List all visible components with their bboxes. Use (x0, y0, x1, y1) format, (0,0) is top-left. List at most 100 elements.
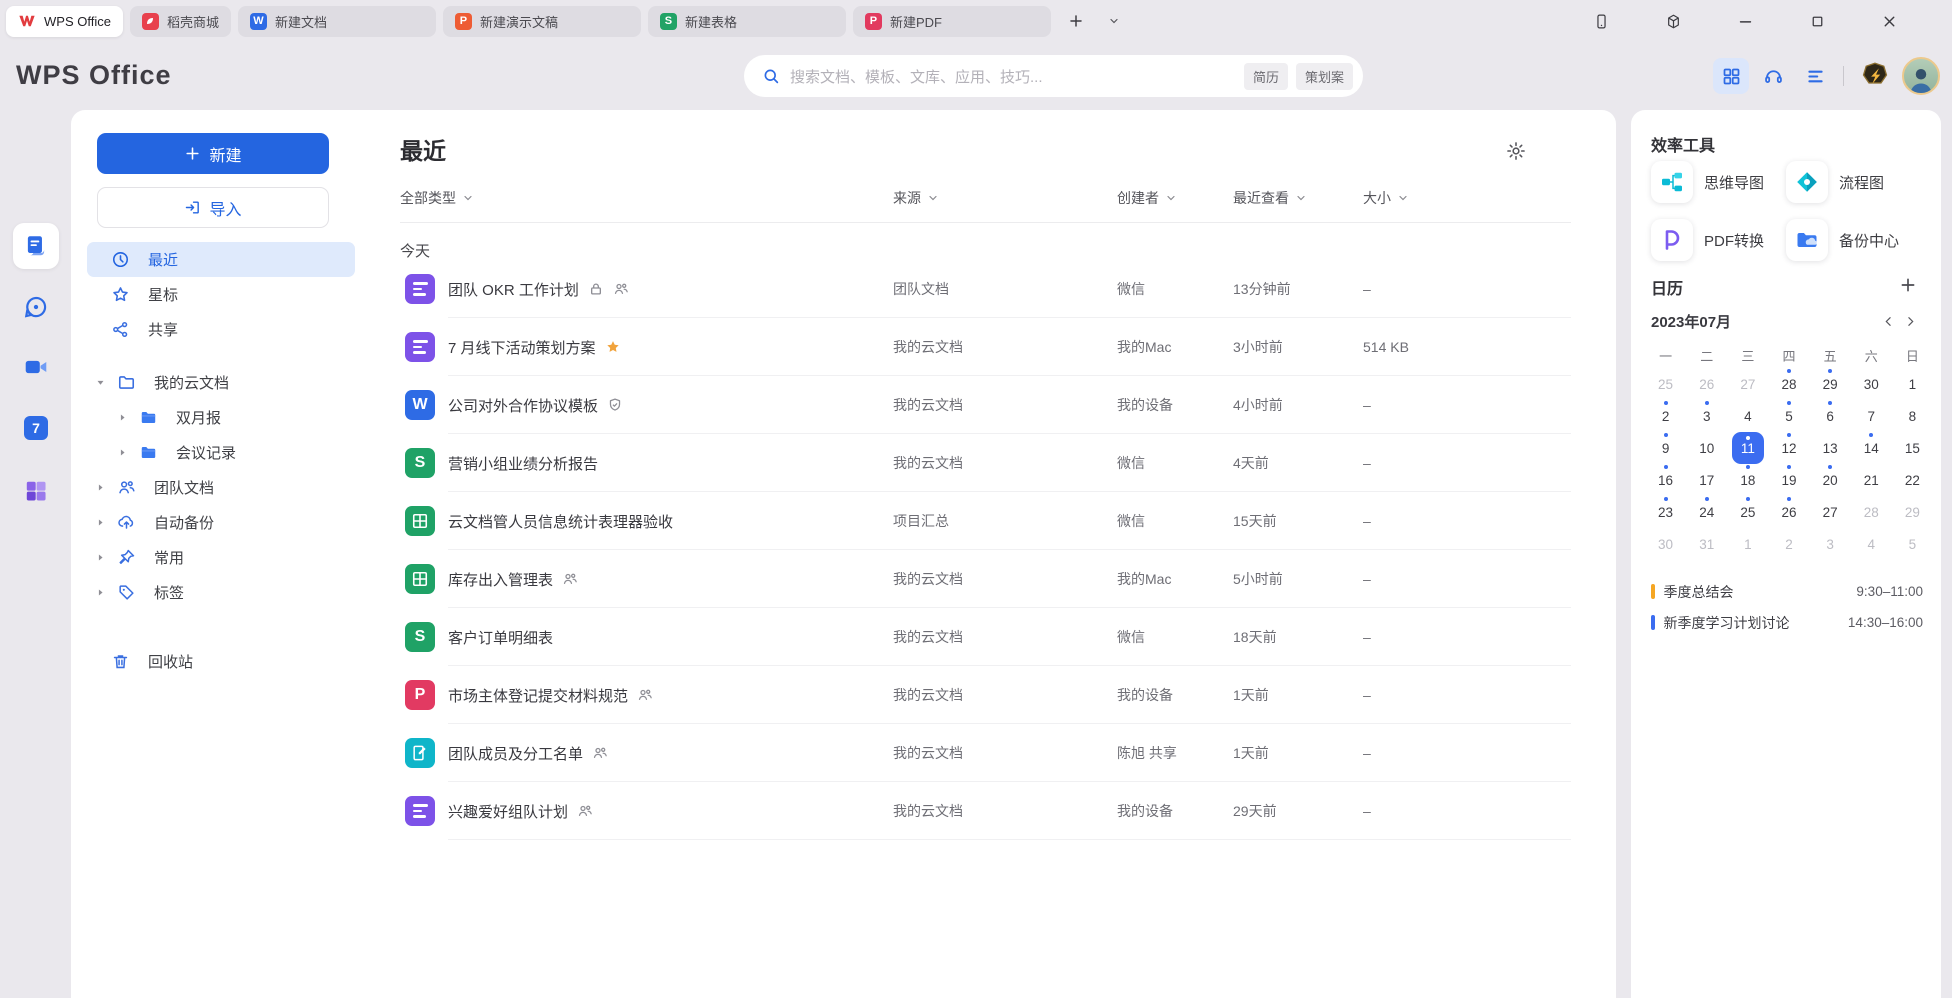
tool-备份中心[interactable]: 备份中心 (1786, 216, 1921, 264)
calendar-day[interactable]: 30 (1645, 528, 1686, 560)
file-row[interactable]: W公司对外合作协议模板我的云文档我的设备4小时前– (400, 376, 1571, 434)
calendar-day[interactable]: 4 (1727, 400, 1768, 432)
file-row[interactable]: S客户订单明细表我的云文档微信18天前– (400, 608, 1571, 666)
calendar-day[interactable]: 15 (1892, 432, 1933, 464)
mobile-button[interactable] (1591, 11, 1611, 31)
calendar-day[interactable]: 26 (1686, 368, 1727, 400)
file-row[interactable]: 云文档管人员信息统计表理器验收项目汇总微信15天前– (400, 492, 1571, 550)
filter-来源[interactable]: 来源 (893, 188, 939, 208)
file-row[interactable]: 7 月线下活动策划方案我的云文档我的Mac3小时前514 KB (400, 318, 1571, 376)
calendar-day[interactable]: 23 (1645, 496, 1686, 528)
calendar-day[interactable]: 14 (1851, 432, 1892, 464)
support-headset-button[interactable] (1755, 58, 1791, 94)
close-button[interactable] (1879, 11, 1899, 31)
calendar-prev-button[interactable] (1877, 310, 1899, 332)
calendar-day[interactable]: 6 (1810, 400, 1851, 432)
sidebar-item-回收站[interactable]: 回收站 (87, 644, 355, 679)
new-document-button[interactable]: 新建 (97, 133, 329, 174)
calendar-day[interactable]: 13 (1810, 432, 1851, 464)
caret-right-icon[interactable] (117, 412, 128, 423)
rail-item-docs-home[interactable] (13, 223, 59, 269)
window-tab[interactable]: S新建表格 (648, 6, 846, 37)
window-tab[interactable]: W新建文档 (238, 6, 436, 37)
rail-item-chat[interactable] (13, 284, 59, 330)
calendar-day[interactable]: 17 (1686, 464, 1727, 496)
filter-大小[interactable]: 大小 (1363, 188, 1409, 208)
calendar-day[interactable]: 3 (1686, 400, 1727, 432)
file-row[interactable]: 库存出入管理表我的云文档我的Mac5小时前– (400, 550, 1571, 608)
tool-流程图[interactable]: 流程图 (1786, 158, 1921, 206)
tool-思维导图[interactable]: 思维导图 (1651, 158, 1786, 206)
calendar-day[interactable]: 25 (1645, 368, 1686, 400)
calendar-day[interactable]: 5 (1892, 528, 1933, 560)
tab-list-dropdown[interactable] (1101, 8, 1127, 34)
window-tab[interactable]: 稻壳商城 (130, 6, 231, 37)
calendar-day[interactable]: 4 (1851, 528, 1892, 560)
caret-right-icon[interactable] (117, 447, 128, 458)
calendar-day[interactable]: 16 (1645, 464, 1686, 496)
filter-全部类型[interactable]: 全部类型 (400, 188, 474, 208)
file-row[interactable]: 团队成员及分工名单我的云文档陈旭 共享1天前– (400, 724, 1571, 782)
workspace-button[interactable] (1663, 11, 1683, 31)
search-hot-tag[interactable]: 简历 (1244, 63, 1288, 90)
sidebar-item-星标[interactable]: 星标 (87, 277, 355, 312)
minimize-button[interactable] (1735, 11, 1755, 31)
calendar-day[interactable]: 5 (1768, 400, 1809, 432)
calendar-day[interactable]: 8 (1892, 400, 1933, 432)
calendar-day[interactable]: 30 (1851, 368, 1892, 400)
search-bar[interactable]: 搜索文档、模板、文库、应用、技巧... 简历策划案 (744, 55, 1363, 97)
filter-创建者[interactable]: 创建者 (1117, 188, 1177, 208)
import-button[interactable]: 导入 (97, 187, 329, 228)
calendar-event[interactable]: 季度总结会9:30–11:00 (1651, 576, 1923, 607)
sidebar-item-最近[interactable]: 最近 (87, 242, 355, 277)
calendar-next-button[interactable] (1899, 310, 1921, 332)
file-row[interactable]: S营销小组业绩分析报告我的云文档微信4天前– (400, 434, 1571, 492)
calendar-day[interactable]: 29 (1892, 496, 1933, 528)
sidebar-tree-我的云文档[interactable]: 我的云文档 (87, 365, 355, 400)
calendar-day[interactable]: 19 (1768, 464, 1809, 496)
caret-down-icon[interactable] (95, 377, 106, 388)
file-row[interactable]: 兴趣爱好组队计划我的云文档我的设备29天前– (400, 782, 1571, 840)
calendar-day[interactable]: 12 (1768, 432, 1809, 464)
sidebar-tree-自动备份[interactable]: 自动备份 (87, 505, 355, 540)
rail-item-apps[interactable] (13, 468, 59, 514)
caret-right-icon[interactable] (95, 587, 106, 598)
sidebar-tree-标签[interactable]: 标签 (87, 575, 355, 610)
apps-grid-button[interactable] (1713, 58, 1749, 94)
new-tab-button[interactable] (1063, 8, 1089, 34)
calendar-day[interactable]: 20 (1810, 464, 1851, 496)
calendar-event[interactable]: 新季度学习计划讨论14:30–16:00 (1651, 607, 1923, 638)
window-tab[interactable]: WPS Office (6, 6, 123, 37)
calendar-day[interactable]: 10 (1686, 432, 1727, 464)
calendar-day[interactable]: 25 (1727, 496, 1768, 528)
calendar-day[interactable]: 28 (1768, 368, 1809, 400)
add-event-button[interactable] (1899, 276, 1921, 298)
membership-badge[interactable] (1856, 57, 1894, 95)
calendar-day[interactable]: 24 (1686, 496, 1727, 528)
calendar-day[interactable]: 7 (1851, 400, 1892, 432)
calendar-day-selected[interactable]: 11 (1727, 432, 1768, 464)
tool-PDF转换[interactable]: PDF转换 (1651, 216, 1786, 264)
maximize-button[interactable] (1807, 11, 1827, 31)
calendar-day[interactable]: 26 (1768, 496, 1809, 528)
caret-right-icon[interactable] (95, 482, 106, 493)
window-tab[interactable]: P新建演示文稿 (443, 6, 641, 37)
calendar-day[interactable]: 28 (1851, 496, 1892, 528)
calendar-day[interactable]: 2 (1768, 528, 1809, 560)
avatar[interactable] (1902, 57, 1940, 95)
sidebar-tree-常用[interactable]: 常用 (87, 540, 355, 575)
window-tab[interactable]: P新建PDF (853, 6, 1051, 37)
calendar-day[interactable]: 2 (1645, 400, 1686, 432)
rail-item-meeting[interactable] (13, 344, 59, 390)
calendar-day[interactable]: 9 (1645, 432, 1686, 464)
calendar-day[interactable]: 27 (1810, 496, 1851, 528)
search-hot-tag[interactable]: 策划案 (1296, 63, 1353, 90)
sidebar-tree-会议记录[interactable]: 会议记录 (87, 435, 355, 470)
calendar-day[interactable]: 1 (1892, 368, 1933, 400)
sidebar-tree-双月报[interactable]: 双月报 (87, 400, 355, 435)
settings-gear-icon[interactable] (1505, 140, 1527, 162)
menu-button[interactable] (1797, 58, 1833, 94)
calendar-day[interactable]: 18 (1727, 464, 1768, 496)
sidebar-item-共享[interactable]: 共享 (87, 312, 355, 347)
calendar-day[interactable]: 3 (1810, 528, 1851, 560)
